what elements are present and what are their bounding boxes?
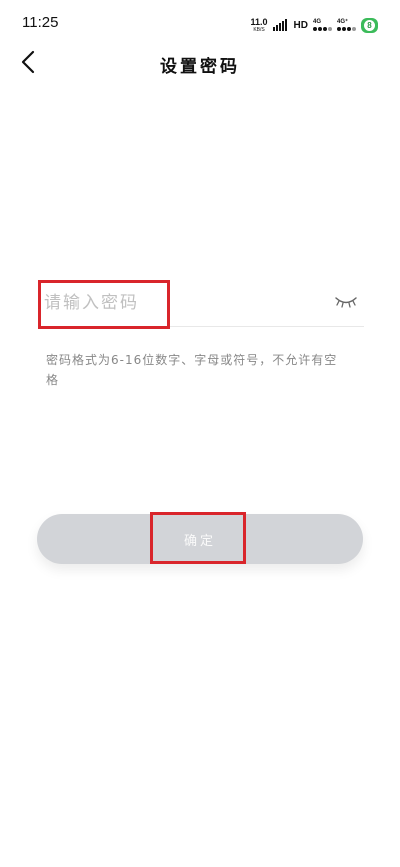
sim1-signal-icon <box>313 27 332 31</box>
network-speed-value: 11.0 <box>250 16 268 27</box>
wifi-signal-icon <box>272 19 287 31</box>
confirm-button-label: 确定 <box>183 532 216 548</box>
password-input[interactable] <box>40 280 308 326</box>
status-time: 11:25 <box>22 14 59 31</box>
sim1-label: 4G <box>313 19 322 25</box>
nav-bar: 设置密码 <box>0 48 400 78</box>
network-speed-unit: KB/S <box>253 26 265 33</box>
eye-closed-icon <box>335 297 357 308</box>
hd-badge: HD <box>293 19 308 31</box>
confirm-button[interactable]: 确定 <box>37 514 363 564</box>
password-format-hint: 密码格式为6-16位数字、字母或符号，不允许有空格 <box>46 353 338 387</box>
network-speed: 11.0 KB/S <box>250 16 268 33</box>
battery-level: 8 <box>364 19 375 31</box>
sim1-signal: 4G <box>313 19 332 31</box>
battery-icon: 8 <box>361 17 378 33</box>
toggle-visibility-button[interactable] <box>334 294 358 310</box>
password-field-row <box>38 280 364 327</box>
status-icons: 11.0 KB/S HD 4G 4G⁺ 8 <box>251 16 378 34</box>
status-bar: 11:25 11.0 KB/S HD 4G 4G⁺ 8 <box>0 0 400 48</box>
sim2-signal-icon <box>337 27 356 31</box>
sim2-label: 4G⁺ <box>337 19 349 25</box>
page-title: 设置密码 <box>160 57 240 77</box>
sim2-signal: 4G⁺ <box>337 19 356 31</box>
